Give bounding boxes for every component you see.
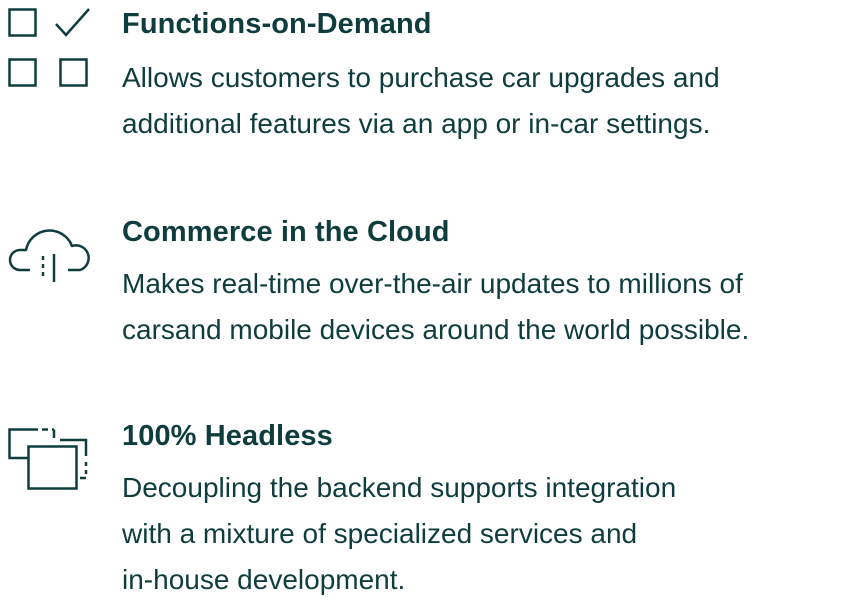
- feature-description-line: Decoupling the backend supports integrat…: [122, 472, 677, 503]
- feature-description: Allows customers to purchase car upgrade…: [122, 55, 848, 147]
- checklist-icon: [8, 8, 92, 88]
- feature-description-line: carsand mobile devices around the world …: [122, 314, 750, 345]
- feature-functions-on-demand: Functions-on-Demand Allows customers to …: [122, 6, 848, 147]
- cloud-icon: [8, 224, 92, 284]
- decoupled-blocks-icon: [8, 428, 92, 492]
- feature-description: Decoupling the backend supports integrat…: [122, 465, 848, 603]
- feature-description-line: with a mixture of specialized services a…: [122, 518, 638, 549]
- feature-commerce-in-the-cloud: Commerce in the Cloud Makes real-time ov…: [122, 214, 848, 353]
- feature-description: Makes real-time over-the-air updates to …: [122, 261, 848, 353]
- feature-description-line: additional features via an app or in-car…: [122, 108, 711, 139]
- feature-description-line: in-house development.: [122, 564, 406, 595]
- feature-title: Functions-on-Demand: [122, 8, 432, 40]
- feature-title: 100% Headless: [122, 420, 333, 452]
- feature-description-line: Makes real-time over-the-air updates to …: [122, 268, 743, 299]
- feature-title: Commerce in the Cloud: [122, 216, 450, 248]
- feature-100-headless: 100% Headless Decoupling the backend sup…: [122, 418, 848, 603]
- feature-description-line: Allows customers to purchase car upgrade…: [122, 62, 720, 93]
